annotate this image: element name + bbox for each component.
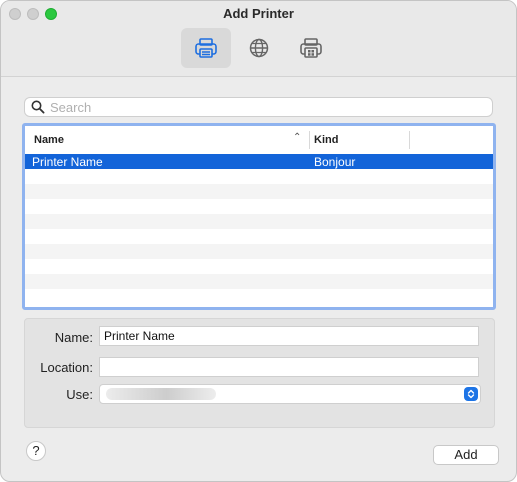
location-label: Location: (40, 360, 93, 375)
empty-row (25, 259, 493, 274)
empty-row (25, 169, 493, 184)
use-popup[interactable] (99, 384, 481, 404)
printer-icon (195, 38, 217, 58)
help-button[interactable]: ? (26, 441, 46, 461)
search-field[interactable] (24, 97, 493, 117)
empty-row (25, 214, 493, 229)
search-icon (31, 100, 45, 114)
titlebar: Add Printer (1, 1, 516, 77)
column-divider[interactable] (309, 131, 310, 149)
name-field[interactable] (99, 326, 479, 346)
empty-row (25, 289, 493, 304)
sort-ascending-icon: ⌃ (293, 132, 302, 143)
column-header-kind[interactable]: Kind (314, 134, 338, 146)
row-name: Printer Name (32, 155, 103, 169)
empty-row (25, 184, 493, 199)
printer-details-panel: Name: Location: Use: (24, 318, 495, 428)
search-input[interactable] (50, 99, 480, 115)
empty-row (25, 244, 493, 259)
add-printer-window: Add Printer Search Name ⌃ Kind Printer N… (0, 0, 517, 482)
empty-row (25, 229, 493, 244)
location-field[interactable] (99, 357, 479, 377)
column-divider[interactable] (409, 131, 410, 149)
row-kind: Bonjour (314, 155, 356, 169)
empty-row (25, 274, 493, 289)
globe-icon (249, 38, 269, 58)
use-label: Use: (66, 387, 93, 402)
default-printers-tab[interactable] (181, 28, 231, 68)
name-label: Name: (54, 330, 93, 345)
empty-row (25, 199, 493, 214)
printer-windows-icon (300, 38, 322, 58)
ip-printers-tab[interactable] (234, 28, 284, 68)
column-header-name[interactable]: Name (34, 134, 64, 146)
popup-stepper-icon (464, 387, 478, 401)
add-button[interactable]: Add (433, 445, 499, 465)
use-selected-value (106, 388, 216, 400)
window-title: Add Printer (223, 6, 294, 21)
windows-printers-tab[interactable] (286, 28, 336, 68)
table-row[interactable]: Printer Name Bonjour (25, 154, 493, 169)
printer-list[interactable]: Name ⌃ Kind Printer Name Bonjour (22, 123, 496, 310)
list-header: Name ⌃ Kind (25, 126, 493, 155)
